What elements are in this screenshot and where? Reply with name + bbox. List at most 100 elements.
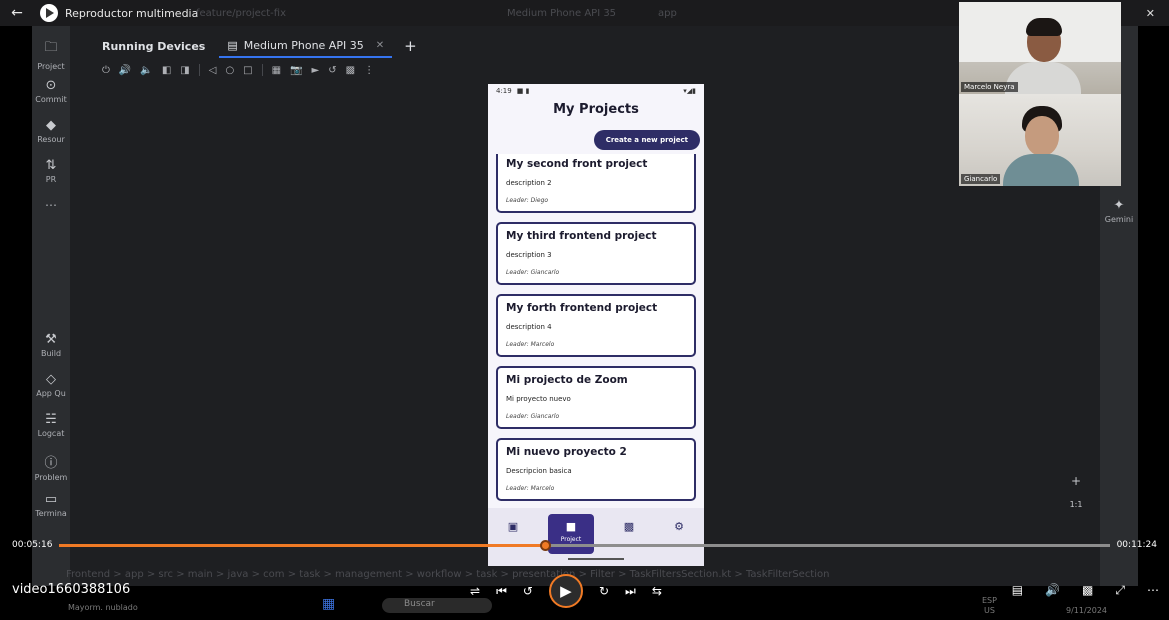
rewind-10-icon[interactable]: ↺ [523, 584, 533, 598]
time-total: 00:11:24 [1116, 540, 1157, 550]
record-icon[interactable]: ► [312, 65, 320, 76]
project-card[interactable]: My third frontend project description 3 … [496, 222, 696, 285]
project-card[interactable]: My second front project description 2 Le… [496, 154, 696, 213]
logcat-icon: ☵ [45, 412, 57, 427]
sidebar-item-pr[interactable]: ⇅ PR [32, 158, 70, 184]
next-icon[interactable]: ⏭ [625, 584, 636, 599]
signal-battery-icon: ▾◢▮ [683, 87, 696, 95]
player-title: Reproductor multimedia [65, 6, 199, 20]
more-options-icon[interactable]: ⋮ [364, 65, 374, 76]
region-indicator: US [984, 606, 995, 615]
shuffle-icon[interactable]: ⇌ [470, 584, 480, 598]
rotate-right-icon[interactable]: ◨ [180, 65, 189, 76]
seek-bar[interactable] [59, 540, 1110, 551]
subtitles-icon[interactable]: ▤ [1012, 583, 1023, 598]
status-time: 4:19 [496, 87, 512, 95]
fold-icon[interactable]: ▦ [272, 65, 281, 76]
close-tab-icon[interactable]: ✕ [376, 40, 384, 51]
sidebar-item-logcat[interactable]: ☵ Logcat [32, 412, 70, 438]
screenshot-icon[interactable]: 📷 [290, 65, 302, 76]
volume-icon[interactable]: 🔊 [1045, 583, 1060, 598]
project-description: description 2 [506, 179, 552, 187]
calendar-icon[interactable]: ▣ [498, 520, 528, 533]
zoom-controls: + 1:1 [1066, 474, 1086, 509]
toolbar-divider [261, 64, 263, 76]
device-toolbar: ⏻ 🔊 🔈 ◧ ◨ ◁ ○ □ ▦ 📷 ► ↺ ▩ ⋮ [102, 64, 374, 76]
page-title: My Projects [553, 102, 639, 117]
problems-icon: ⓘ [44, 456, 58, 471]
participant-name: Marcelo Neyra [961, 82, 1018, 92]
zoom-in-icon[interactable]: + [1071, 474, 1081, 488]
sidebar-item-app-quality[interactable]: ◇ App Qu [32, 372, 70, 398]
sidebar-item-project[interactable]: 🗀 Project [32, 38, 70, 71]
repeat-icon[interactable]: ⇆ [652, 584, 662, 598]
play-button[interactable]: ▶ [548, 574, 583, 608]
folder-icon: 🗀 [44, 40, 58, 55]
running-devices-title: Running Devices [102, 39, 206, 53]
add-device-icon[interactable]: + [404, 37, 417, 55]
back-arrow-icon[interactable]: ← [0, 5, 34, 21]
participant-hair [1026, 18, 1062, 36]
create-project-button[interactable]: Create a new project [593, 130, 700, 150]
toolbar-divider [198, 64, 200, 76]
sidebar-item-resources[interactable]: ◆ Resour [32, 118, 70, 144]
app-quality-icon: ◇ [46, 372, 56, 387]
project-title: Mi nuevo proyecto 2 [506, 446, 627, 458]
project-title: Mi projecto de Zoom [506, 374, 628, 386]
home-icon[interactable]: ○ [225, 65, 234, 76]
running-devices-tabbar: Running Devices ▤ Medium Phone API 35 ✕ … [70, 34, 417, 58]
settings-gear-icon[interactable]: ⚙ [664, 520, 694, 533]
pull-request-icon: ⇅ [45, 158, 57, 173]
weather-text: Mayorm. nublado [68, 603, 138, 612]
seek-thumb[interactable] [539, 540, 551, 551]
hammer-icon: ⚒ [45, 332, 57, 347]
project-description: description 4 [506, 323, 552, 331]
project-list: My second front project description 2 Le… [496, 154, 696, 510]
picture-in-picture-icon[interactable]: ▩ [1082, 583, 1093, 598]
project-description: Descripcion basica [506, 467, 572, 475]
project-card[interactable]: Mi projecto de Zoom Mi proyecto nuevo Le… [496, 366, 696, 429]
participant-name: Giancarlo [961, 174, 1001, 184]
phone-emulator-screen[interactable]: 4:19 ■ ▮ ▾◢▮ My Projects Create a new pr… [488, 84, 704, 566]
more-icon[interactable]: ⋯ [1147, 583, 1159, 598]
media-player-logo-icon [40, 4, 58, 22]
device-selector: Medium Phone API 35 [507, 8, 617, 19]
snapshot-icon[interactable]: ▩ [346, 65, 355, 76]
participant-head [1025, 116, 1059, 156]
notification-icons: ■ ▮ [516, 87, 530, 95]
volume-up-icon[interactable]: 🔊 [119, 65, 131, 76]
volume-down-icon[interactable]: 🔈 [140, 65, 152, 76]
sidebar-item-problems[interactable]: ⓘ Problem [32, 452, 70, 482]
participant-video-tile[interactable]: Giancarlo [959, 94, 1121, 186]
sidebar-item-build[interactable]: ⚒ Build [32, 332, 70, 358]
back-icon[interactable]: ◁ [209, 65, 217, 76]
play-icon: ▶ [560, 582, 572, 600]
power-icon[interactable]: ⏻ [102, 65, 110, 76]
sidebar-item-commit[interactable]: ⊙ Commit [32, 78, 70, 104]
gesture-home-bar[interactable] [568, 558, 624, 560]
overview-icon[interactable]: □ [243, 65, 252, 76]
participant-video-tile[interactable]: Marcelo Neyra [959, 2, 1121, 94]
tab-medium-phone[interactable]: ▤ Medium Phone API 35 ✕ [219, 35, 393, 58]
language-indicator[interactable]: ESP [982, 596, 997, 605]
document-icon[interactable]: ▩ [614, 520, 644, 533]
commit-icon: ⊙ [45, 78, 57, 93]
project-card[interactable]: My forth frontend project description 4 … [496, 294, 696, 357]
project-card[interactable]: Mi nuevo proyecto 2 Descripcion basica L… [496, 438, 696, 501]
left-tool-sidebar: 🗀 Project ⊙ Commit ◆ Resour ⇅ PR ⋯ ⚒ Build ◇ A… [32, 26, 70, 586]
fullscreen-icon[interactable]: ⤢ [1115, 583, 1125, 598]
rotate-left-icon[interactable]: ◧ [162, 65, 171, 76]
zoom-actual-size[interactable]: 1:1 [1066, 500, 1086, 509]
terminal-icon: ▭ [44, 492, 58, 507]
more-tools-icon[interactable]: ⋯ [32, 198, 70, 212]
playback-timeline: 00:05:16 00:11:24 [0, 536, 1169, 556]
forward-30-icon[interactable]: ↻ [599, 584, 609, 598]
close-icon[interactable]: ✕ [1146, 7, 1155, 20]
previous-icon[interactable]: ⏮ [496, 584, 507, 599]
playback-controls: ⇌ ⏮ ↺ ▶ ↻ ⏭ ⇆ [470, 574, 662, 608]
sidebar-item-terminal[interactable]: ▭ Termina [32, 492, 70, 518]
project-description: Mi proyecto nuevo [506, 395, 571, 403]
windows-start-icon[interactable]: ▦ [322, 596, 335, 612]
sidebar-item-gemini[interactable]: ✦ Gemini [1100, 198, 1138, 224]
reset-icon[interactable]: ↺ [328, 65, 336, 76]
